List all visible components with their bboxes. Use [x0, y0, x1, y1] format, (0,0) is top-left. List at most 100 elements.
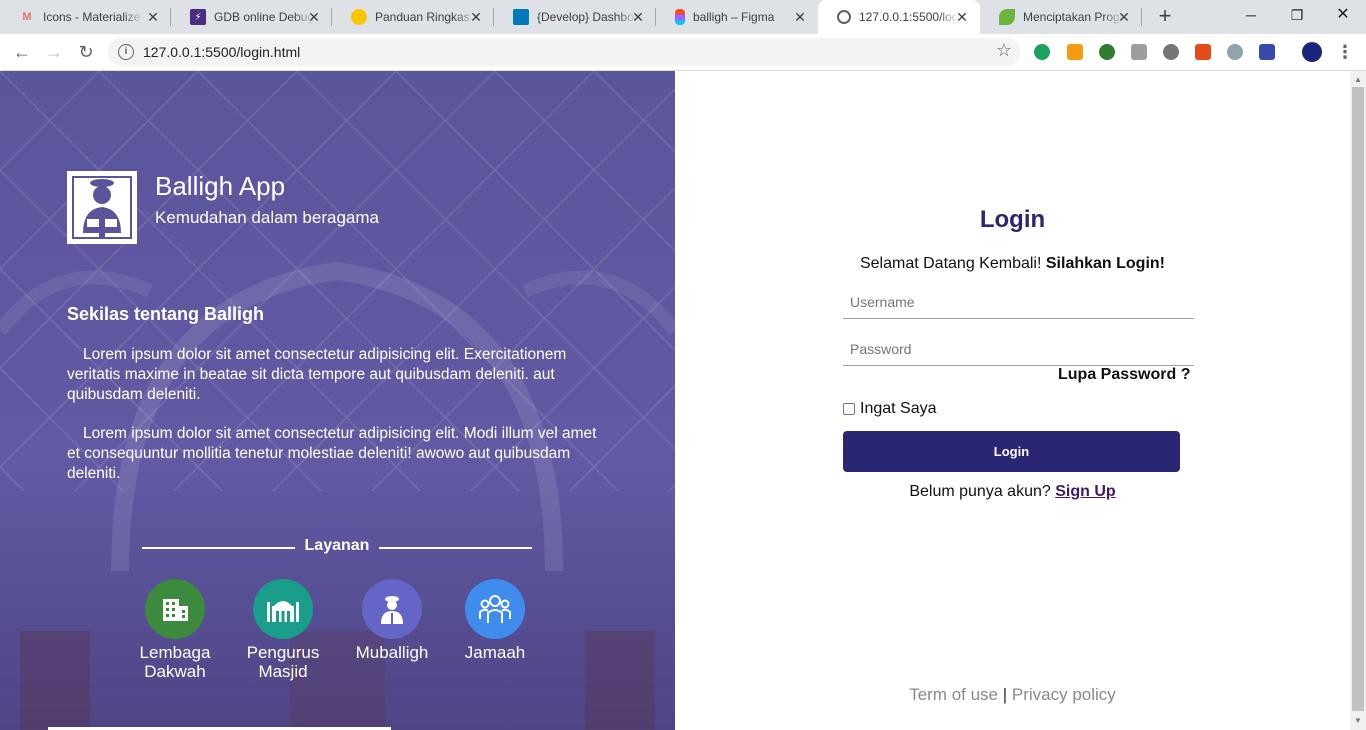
scrollbar-thumb[interactable] — [1352, 87, 1364, 711]
figma-favicon-icon — [675, 9, 685, 25]
back-icon[interactable]: ← — [10, 40, 34, 64]
tab-title: Menciptakan Program — [1023, 10, 1123, 24]
extension-globe-icon[interactable] — [1099, 44, 1115, 60]
scroll-up-icon[interactable]: ▲ — [1350, 73, 1366, 87]
trello-favicon-icon — [513, 9, 529, 25]
footer-links: Term of use | Privacy policy — [675, 685, 1350, 705]
divider-line — [379, 547, 532, 549]
tab-title: {Develop} Dashboard — [537, 10, 637, 24]
materialize-favicon-icon: M — [22, 11, 32, 23]
tab-title: Icons - Materialize — [43, 10, 141, 24]
privacy-link[interactable]: Privacy policy — [1012, 685, 1116, 704]
service-muballigh[interactable]: Muballigh — [337, 579, 447, 662]
browser-menu-icon[interactable]: ⋮ — [1336, 40, 1354, 64]
leaf-favicon-icon — [999, 9, 1015, 25]
close-tab-icon[interactable]: ✕ — [306, 9, 322, 25]
tab-gdb[interactable]: ⚡ GDB online Debugger ✕ — [171, 0, 332, 34]
mosque-icon — [253, 579, 313, 639]
close-window-icon[interactable]: ✕ — [1320, 0, 1366, 30]
signup-prompt: Belum punya akun? Sign Up — [675, 483, 1350, 501]
tab-title: GDB online Debugger — [214, 10, 314, 24]
tab-figma[interactable]: balligh – Figma ✕ — [656, 0, 818, 34]
service-jamaah[interactable]: Jamaah — [440, 579, 550, 662]
remember-checkbox[interactable] — [843, 403, 855, 415]
service-label: Lembaga — [139, 643, 211, 662]
app-logo — [67, 171, 137, 244]
welcome-text: Selamat Datang Kembali! — [859, 255, 1042, 272]
welcome-message: Selamat Datang Kembali! Silahkan Login! — [675, 255, 1350, 273]
globe-favicon-icon — [837, 10, 851, 24]
forward-icon[interactable]: → — [42, 40, 66, 64]
tab-materialize[interactable]: M Icons - Materialize ✕ — [0, 0, 171, 34]
about-title: Sekilas tentang Balligh — [67, 304, 265, 324]
close-tab-icon[interactable]: ✕ — [145, 9, 161, 25]
service-label: Muballigh — [355, 643, 429, 662]
profile-avatar-icon[interactable] — [1302, 42, 1322, 62]
tab-title: 127.0.0.1:5500/login.html — [859, 10, 959, 24]
extension-bag-icon[interactable] — [1067, 44, 1083, 60]
footer-separator: | — [1002, 685, 1008, 704]
service-label: Masjid — [258, 662, 308, 681]
service-label: Dakwah — [144, 662, 206, 681]
service-lembaga-dakwah[interactable]: Lembaga Dakwah — [120, 579, 230, 681]
python-favicon-icon — [351, 9, 367, 25]
service-pengurus-masjid[interactable]: Pengurus Masjid — [228, 579, 338, 681]
username-input[interactable] — [843, 285, 1194, 319]
info-panel: Balligh App Kemudahan dalam beragama Sek… — [0, 71, 675, 730]
new-tab-icon[interactable]: + — [1154, 5, 1176, 28]
reload-icon[interactable]: ↻ — [74, 40, 98, 64]
preacher-logo-icon — [69, 173, 135, 242]
group-icon — [465, 579, 525, 639]
close-tab-icon[interactable]: ✕ — [1116, 9, 1132, 25]
gdb-favicon-icon: ⚡ — [190, 9, 206, 25]
tab-trello[interactable]: {Develop} Dashboard ✕ — [494, 0, 656, 34]
close-tab-icon[interactable]: ✕ — [792, 9, 808, 25]
remember-me[interactable]: Ingat Saya — [843, 400, 937, 418]
tab-strip: M Icons - Materialize ✕ ⚡ GDB online Deb… — [0, 0, 1366, 34]
extension-circle-icon[interactable] — [1163, 44, 1179, 60]
close-tab-icon[interactable]: ✕ — [630, 9, 646, 25]
signup-link[interactable]: Sign Up — [1055, 483, 1115, 500]
restore-icon[interactable]: ❐ — [1274, 0, 1320, 30]
tab-python[interactable]: Panduan Ringkas Python ✕ — [332, 0, 494, 34]
password-input[interactable] — [843, 332, 1194, 366]
building-icon — [145, 579, 205, 639]
login-panel: Login Selamat Datang Kembali! Silahkan L… — [675, 71, 1350, 730]
close-tab-icon[interactable]: ✕ — [468, 9, 484, 25]
services-title: Layanan — [304, 537, 370, 554]
app-tagline: Kemudahan dalam beragama — [155, 208, 379, 227]
login-title: Login — [979, 206, 1046, 233]
close-tab-icon[interactable]: ✕ — [954, 9, 970, 25]
extension-fire-icon[interactable] — [1195, 44, 1211, 60]
extension-shield-icon[interactable] — [1034, 44, 1050, 60]
tab-title: Panduan Ringkas Python — [375, 10, 475, 24]
login-button[interactable]: Login — [843, 431, 1180, 472]
preacher-icon — [362, 579, 422, 639]
extension-camera-icon[interactable] — [1131, 44, 1147, 60]
site-info-icon[interactable]: i — [118, 44, 134, 60]
url-text[interactable]: 127.0.0.1:5500/login.html — [143, 44, 300, 60]
welcome-bold-text: Silahkan Login! — [1045, 255, 1165, 272]
browser-toolbar: ← → ↻ i 127.0.0.1:5500/login.html ☆ ⋮ — [0, 34, 1366, 71]
signup-text: Belum punya akun? — [909, 483, 1051, 500]
service-label: Jamaah — [464, 643, 526, 662]
about-paragraph: Lorem ipsum dolor sit amet consectetur a… — [67, 346, 567, 403]
divider-line — [142, 547, 295, 549]
tab-login-active[interactable]: 127.0.0.1:5500/login.html ✕ — [818, 0, 980, 34]
vertical-scrollbar[interactable]: ▲ ▼ — [1350, 71, 1366, 730]
extension-box-icon[interactable] — [1259, 44, 1275, 60]
terms-link[interactable]: Term of use — [909, 685, 998, 704]
about-paragraph: Lorem ipsum dolor sit amet consectetur a… — [67, 425, 597, 482]
tab-title: balligh – Figma — [693, 10, 775, 24]
minimize-icon[interactable]: ─ — [1228, 0, 1274, 30]
extension-compass-icon[interactable] — [1227, 44, 1243, 60]
forgot-password-link[interactable]: Lupa Password ? — [1058, 366, 1190, 384]
app-name: Balligh App — [155, 171, 286, 201]
bookmark-star-icon[interactable]: ☆ — [996, 40, 1012, 61]
remember-label: Ingat Saya — [860, 400, 937, 417]
address-bar[interactable]: i 127.0.0.1:5500/login.html ☆ — [108, 38, 1020, 66]
service-label: Pengurus — [246, 643, 320, 662]
scroll-down-icon[interactable]: ▼ — [1350, 714, 1366, 728]
login-page: Balligh App Kemudahan dalam beragama Sek… — [0, 71, 1366, 730]
tab-menciptakan[interactable]: Menciptakan Program ✕ — [980, 0, 1142, 34]
